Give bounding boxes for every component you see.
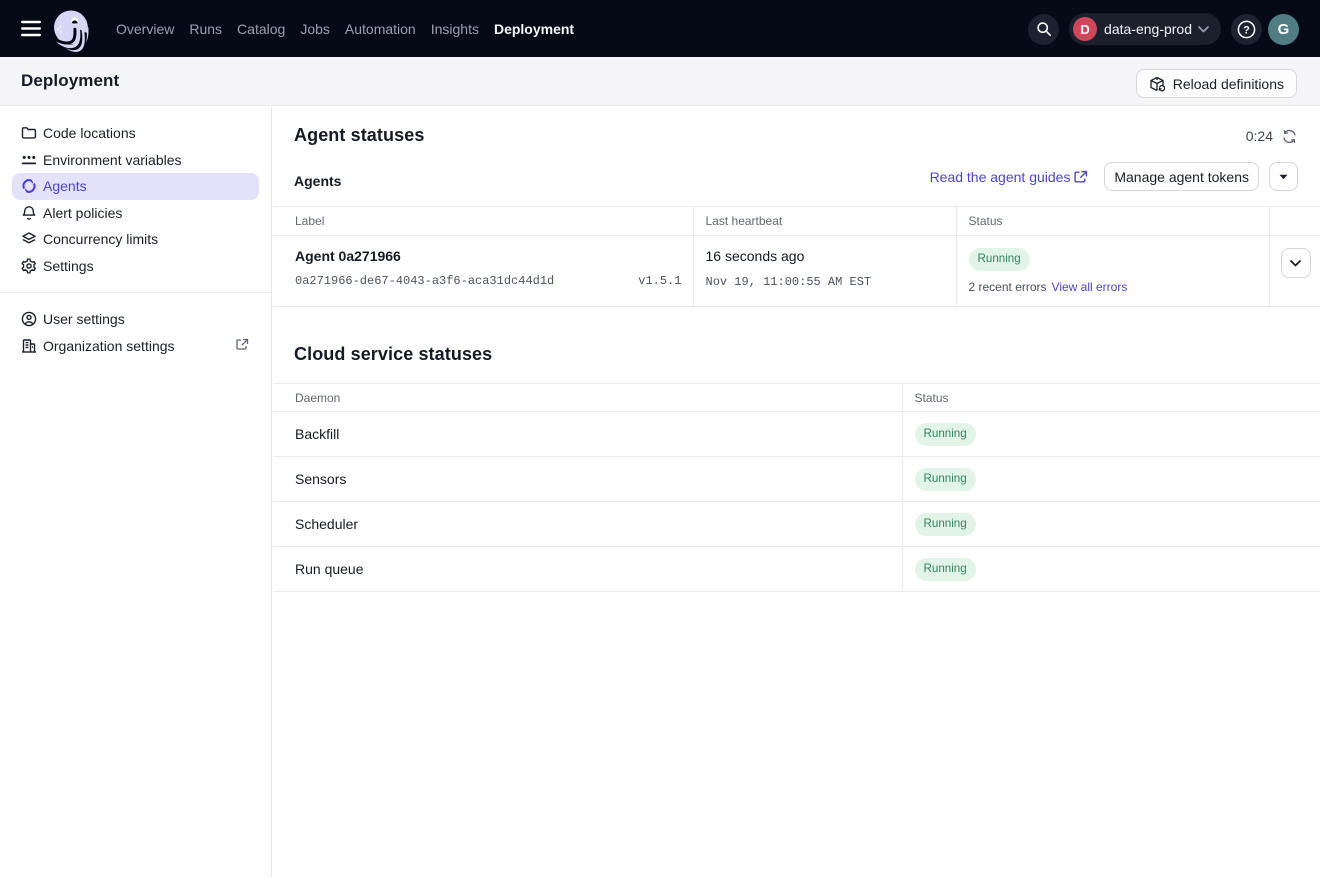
svg-text:?: ?	[1243, 24, 1250, 36]
